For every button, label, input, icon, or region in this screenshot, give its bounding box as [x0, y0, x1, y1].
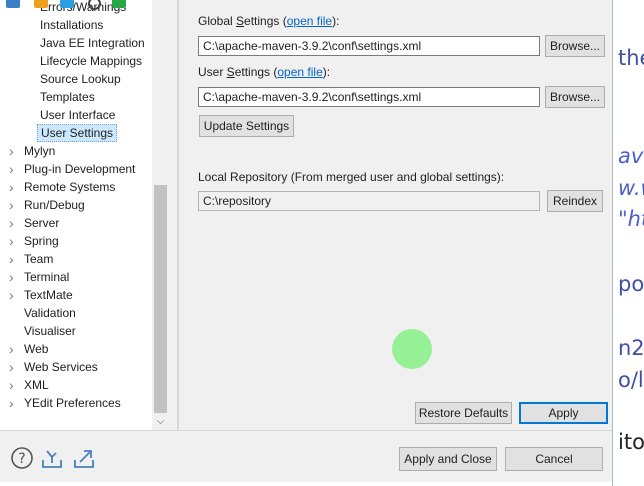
tree-item-label: Source Lookup — [40, 72, 121, 86]
global-browse-button[interactable]: Browse... — [545, 35, 605, 57]
editor-text: pos — [618, 272, 644, 296]
package-icon[interactable] — [34, 0, 48, 8]
tree-item-label: Terminal — [24, 270, 70, 284]
status-strip — [0, 482, 612, 486]
tree-item-label: Server — [24, 216, 60, 230]
chevron-right-icon[interactable]: › — [9, 250, 19, 268]
tree-item-label: Spring — [24, 234, 59, 248]
chevron-down-icon[interactable]: ⌵ — [152, 413, 169, 430]
user-settings-input[interactable]: C:\apache-maven-3.9.2\conf\settings.xml — [198, 87, 540, 107]
tree-item-label: Remote Systems — [24, 180, 116, 194]
chevron-right-icon[interactable]: › — [9, 214, 19, 232]
window-icon[interactable] — [6, 0, 20, 8]
editor-text: o/lo — [618, 368, 644, 392]
chevron-right-icon[interactable]: › — [9, 268, 19, 286]
editor-text: the — [618, 46, 644, 70]
chevron-right-icon[interactable]: › — [9, 142, 19, 160]
crosshair-icon[interactable] — [88, 0, 101, 10]
chevron-right-icon[interactable]: › — [9, 340, 19, 358]
preferences-tree: Errors/Warnings Installations Java EE Inte… — [0, 0, 152, 430]
restore-defaults-button[interactable]: Restore Defaults — [415, 402, 512, 424]
editor-text: ave — [618, 144, 644, 168]
bottom-separator — [0, 430, 612, 431]
user-settings-label: User Settings (open file): — [198, 65, 331, 79]
tree-scrollbar[interactable]: ⌵ — [152, 0, 169, 430]
top-toolbar-icons — [0, 0, 170, 10]
tree-item-label: Team — [24, 252, 54, 266]
user-browse-button[interactable]: Browse... — [545, 86, 605, 108]
chevron-right-icon[interactable]: › — [9, 196, 19, 214]
chevron-right-icon[interactable]: › — [9, 160, 19, 178]
tree-item-label: Web Services — [24, 360, 98, 374]
tree-item-label: Validation — [24, 306, 76, 320]
tree-item-label: Java EE Integration — [40, 36, 145, 50]
sash-divider[interactable] — [177, 0, 179, 430]
tree-item-label: User Settings — [37, 124, 118, 142]
tree-item-label: YEdit Preferences — [24, 396, 121, 410]
tree-item-label: Mylyn — [24, 144, 56, 158]
background-editor: the ave w.w "ht pos n2/ o/lo ito — [612, 0, 644, 486]
cancel-button[interactable]: Cancel — [505, 447, 603, 471]
cursor-highlight — [392, 329, 432, 369]
tree-item-label: Lifecycle Mappings — [40, 54, 143, 68]
help-icon[interactable]: ? — [10, 446, 34, 470]
export-icon[interactable] — [72, 446, 96, 470]
tree-item-label: Installations — [40, 18, 104, 32]
global-settings-label: Global Settings (open file): — [198, 14, 340, 28]
editor-text: w.w — [618, 176, 644, 200]
run-icon[interactable] — [112, 0, 126, 8]
sync-icon[interactable] — [60, 0, 74, 8]
chevron-right-icon[interactable]: › — [9, 394, 19, 412]
global-open-file-link[interactable]: open file — [287, 14, 332, 28]
apply-and-close-button[interactable]: Apply and Close — [399, 447, 497, 471]
editor-text: n2/ — [618, 336, 644, 360]
local-repository-label: Local Repository (From merged user and g… — [198, 170, 505, 184]
chevron-right-icon[interactable]: › — [9, 178, 19, 196]
user-open-file-link[interactable]: open file — [277, 65, 322, 79]
svg-text:?: ? — [18, 451, 25, 467]
editor-text: ito — [618, 430, 644, 454]
tree-item-label: User Interface — [40, 108, 116, 122]
update-settings-button[interactable]: Update Settings — [199, 115, 294, 137]
editor-text: "ht — [618, 207, 644, 231]
chevron-right-icon[interactable]: › — [9, 358, 19, 376]
tree-item-label: Templates — [40, 90, 95, 104]
apply-button[interactable]: Apply — [519, 402, 608, 424]
import-icon[interactable] — [40, 446, 64, 470]
tree-item-label: Plug-in Development — [24, 162, 136, 176]
global-settings-input[interactable]: C:\apache-maven-3.9.2\conf\settings.xml — [198, 36, 540, 56]
tree-item-label: Web — [24, 342, 49, 356]
tree-item-label: TextMate — [24, 288, 73, 302]
chevron-right-icon[interactable]: › — [9, 286, 19, 304]
tree-item-label: Run/Debug — [24, 198, 85, 212]
preferences-dialog: Errors/Warnings Installations Java EE Inte… — [0, 0, 613, 486]
chevron-right-icon[interactable]: › — [9, 376, 19, 394]
tree-item-label: Visualiser — [24, 324, 76, 338]
reindex-button[interactable]: Reindex — [547, 190, 603, 212]
local-repository-field: C:\repository — [198, 191, 540, 211]
tree-item-label: XML — [24, 378, 49, 392]
chevron-right-icon[interactable]: › — [9, 232, 19, 250]
scrollbar-thumb[interactable] — [154, 185, 167, 413]
